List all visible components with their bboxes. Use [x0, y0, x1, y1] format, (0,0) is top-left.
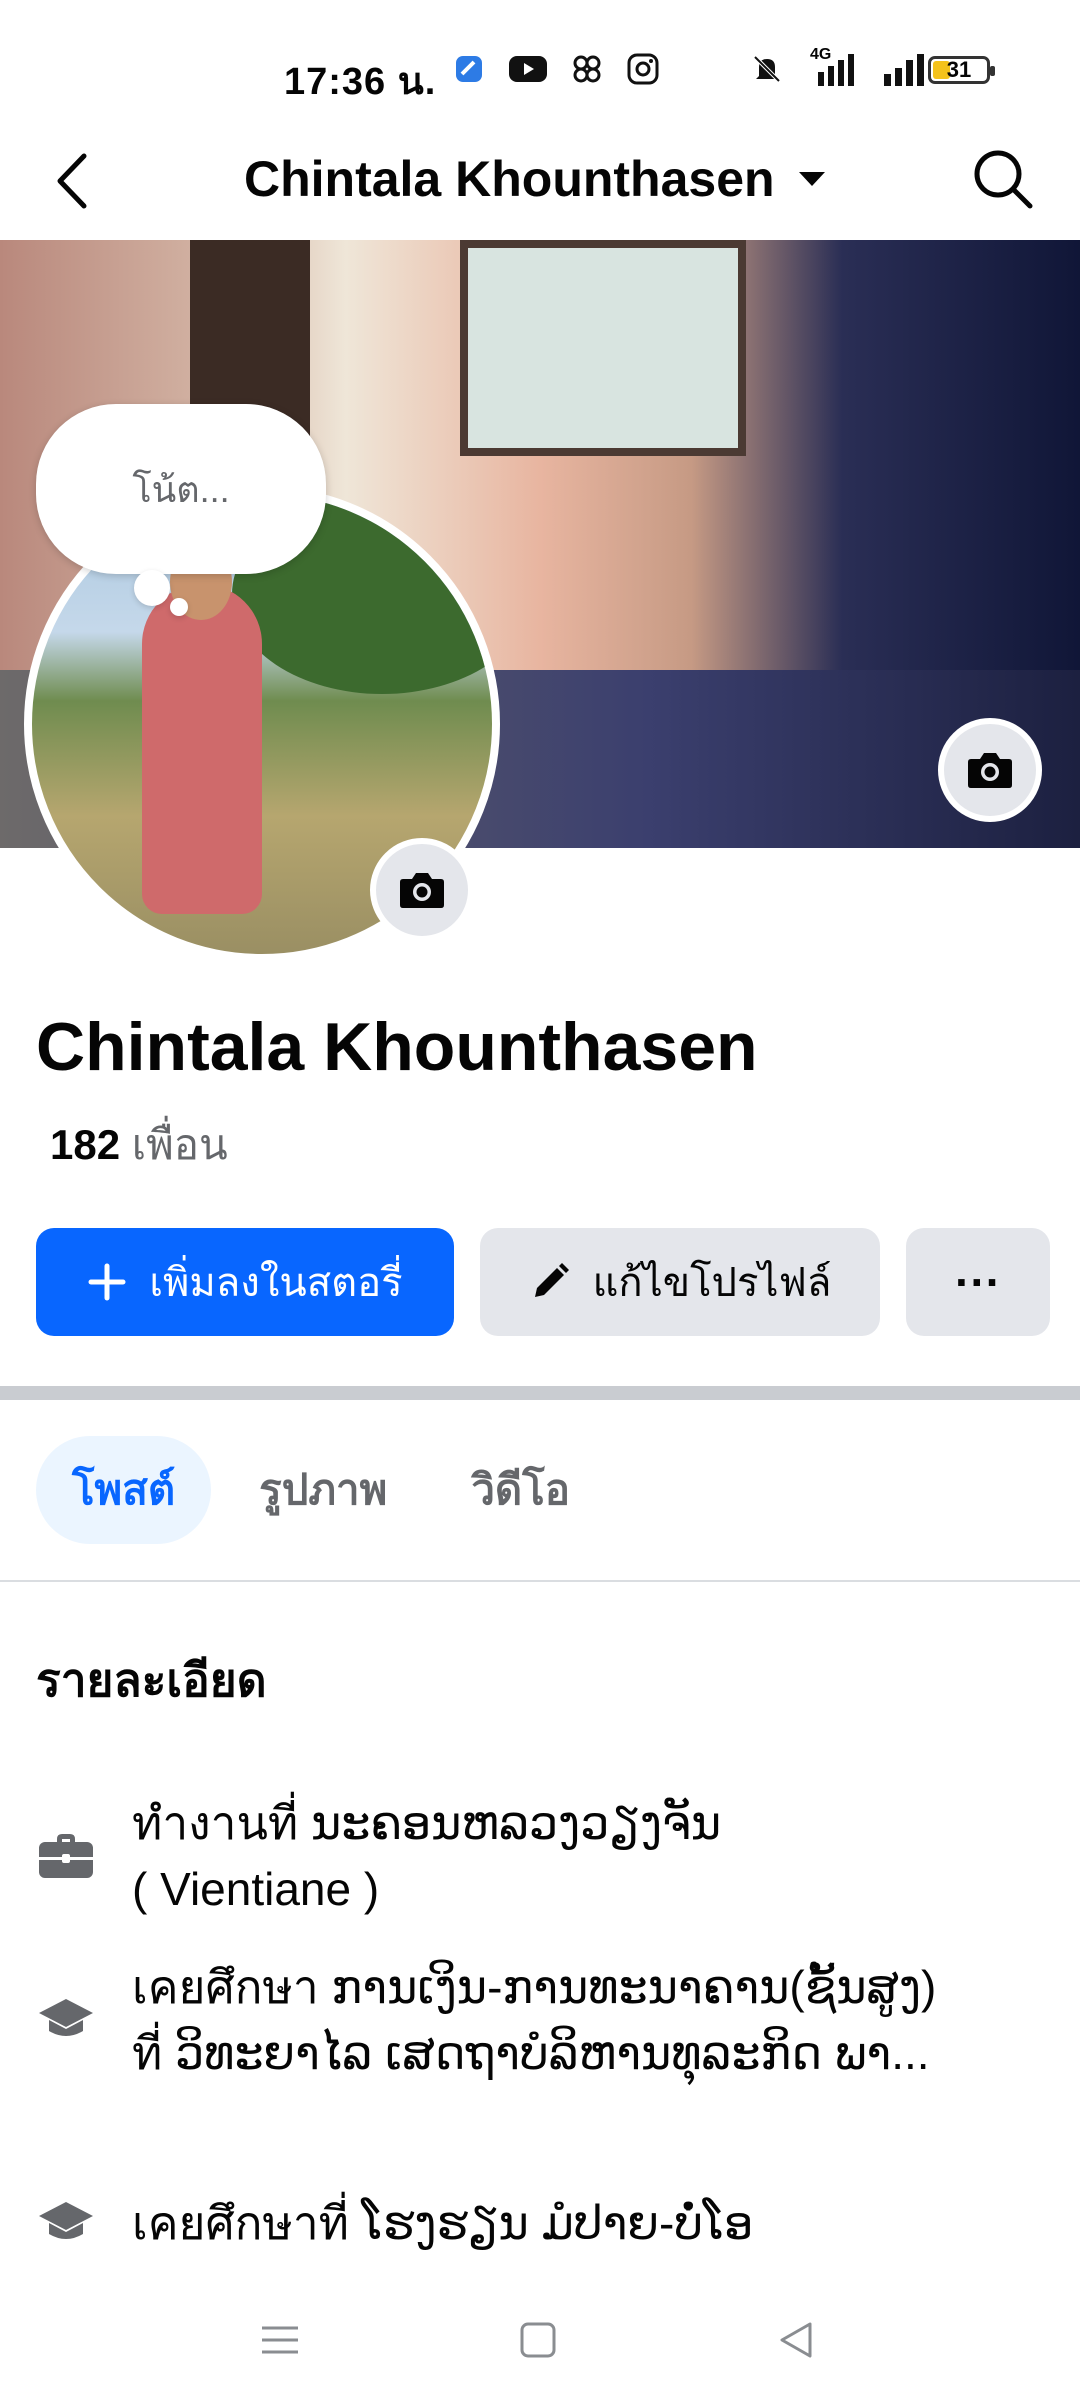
edit-profile-label: แก้ไขโปรไฟล์ — [592, 1261, 832, 1305]
profile-tabs: โพสต์ รูปภาพ วิดีโอ — [36, 1436, 606, 1544]
add-to-story-label: เพิ่มลงในสตอรี่ — [149, 1261, 403, 1305]
profile-header: Chintala Khounthasen — [0, 140, 1080, 240]
details-title: รายละเอียด — [36, 1654, 267, 1706]
header-title-button[interactable]: Chintala Khounthasen — [244, 150, 827, 208]
header-title: Chintala Khounthasen — [244, 151, 775, 207]
system-nav-bar — [0, 2280, 1080, 2400]
recent-apps-button[interactable] — [250, 2310, 310, 2370]
instagram-icon — [627, 53, 659, 85]
more-options-label: ··· — [955, 1256, 1001, 1308]
camera-icon — [968, 753, 1012, 788]
back-button[interactable] — [40, 146, 110, 216]
friends-count[interactable]: 182 เพื่อน — [50, 1112, 228, 1178]
tab-photos[interactable]: รูปภาพ — [223, 1436, 423, 1544]
note-bubble-tail — [134, 570, 170, 606]
profile-actions: เพิ่มลงในสตอรี่ แก้ไขโปรไฟล์ ··· — [36, 1228, 1050, 1338]
home-square-icon — [520, 2322, 556, 2358]
signal-icon — [884, 54, 924, 86]
cover-camera-button[interactable] — [938, 718, 1042, 822]
detail-work-line1: ทำงานที่ ນະຄອນຫລວງວຽງຈັນ — [132, 1797, 722, 1849]
camera-icon — [400, 873, 444, 908]
app-icon — [573, 55, 601, 83]
status-time: 17:36 น. — [284, 61, 437, 103]
pencil-icon — [534, 1263, 569, 1297]
youtube-icon — [509, 56, 547, 82]
friends-label: เพื่อน — [131, 1121, 228, 1168]
chevron-down-icon — [798, 172, 825, 186]
tabs-divider — [0, 1580, 1080, 1582]
detail-school[interactable]: เคยศึกษาที่ ໂຮງຮຽນ ມໍປາຍ-ບໍ່ໂອ — [36, 2190, 1046, 2256]
detail-work-line2: ( Vientiane ) — [132, 1863, 380, 1915]
battery-level: 31 — [946, 57, 972, 82]
home-button[interactable] — [508, 2310, 568, 2370]
friends-number: 182 — [50, 1121, 121, 1168]
add-to-story-button[interactable]: เพิ่มลงในสตอรี่ — [36, 1228, 454, 1336]
note-bubble[interactable]: โน้ต... — [36, 404, 326, 574]
app-icon — [456, 56, 482, 82]
detail-school-line1: เคยศึกษาที่ ໂຮງຮຽນ ມໍປາຍ-ບໍ່ໂອ — [132, 2197, 754, 2249]
detail-education-line2: ที่ ວິທະຍາໄລ ເສດຖາບໍລິຫານທຸລະກິດ ພາ... — [132, 2027, 930, 2079]
status-system-icons: 4G — [750, 46, 928, 86]
status-app-icons — [452, 52, 660, 86]
profile-name: Chintala Khounthasen — [36, 1009, 758, 1085]
back-nav-button[interactable] — [766, 2310, 826, 2370]
search-button[interactable] — [968, 144, 1038, 214]
menu-icon — [262, 2326, 298, 2354]
more-options-button[interactable]: ··· — [906, 1228, 1050, 1336]
battery-icon: 31 — [928, 56, 995, 84]
tab-videos[interactable]: วิดีโอ — [435, 1436, 606, 1544]
status-bar: 17:36 น. 4G 31 — [0, 0, 1080, 140]
section-divider — [0, 1386, 1080, 1400]
mute-icon — [753, 55, 781, 83]
back-arrow-icon — [57, 153, 87, 209]
back-triangle-icon — [780, 2322, 812, 2358]
signal-icon: 4G — [806, 46, 860, 86]
plus-icon — [88, 1263, 126, 1301]
graduation-cap-icon — [39, 2202, 93, 2239]
search-icon — [974, 150, 1033, 209]
edit-profile-button[interactable]: แก้ไขโปรไฟล์ — [480, 1228, 880, 1336]
detail-work[interactable]: ทำงานที่ ນະຄອນຫລວງວຽງຈັນ ( Vientiane ) — [36, 1790, 1046, 1922]
tab-posts[interactable]: โพสต์ — [36, 1436, 212, 1544]
note-bubble-tail — [170, 598, 188, 616]
graduation-cap-icon — [39, 1999, 93, 2036]
briefcase-icon — [39, 1834, 93, 1878]
detail-education[interactable]: เคยศึกษา ການເງິນ-ການທະນາຄານ(ຊັ້ນສູງ) ที่… — [36, 1954, 1046, 2086]
profile-camera-button[interactable] — [370, 838, 474, 942]
note-placeholder: โน้ต... — [132, 468, 230, 510]
detail-education-line1: เคยศึกษา ການເງິນ-ການທະນາຄານ(ຊັ້ນສູງ) — [132, 1961, 937, 2013]
